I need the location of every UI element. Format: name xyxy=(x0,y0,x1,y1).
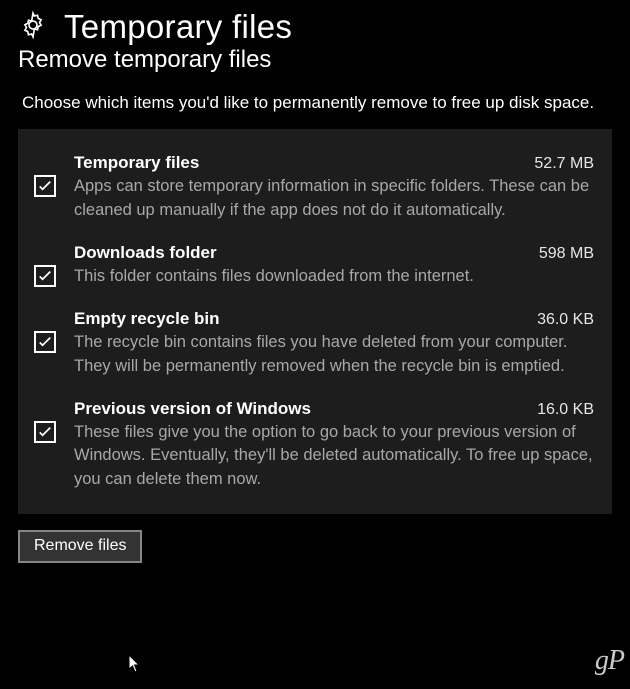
list-item: Previous version of Windows 16.0 KB Thes… xyxy=(28,393,594,493)
item-size: 598 MB xyxy=(539,245,594,263)
watermark: gP xyxy=(595,645,624,677)
temporary-files-list: Temporary files 52.7 MB Apps can store t… xyxy=(18,129,612,514)
list-item: Empty recycle bin 36.0 KB The recycle bi… xyxy=(28,303,594,393)
page-title: Temporary files xyxy=(64,8,292,46)
checkbox-previous-windows[interactable] xyxy=(34,421,56,443)
page-header: Temporary files xyxy=(4,8,626,48)
item-title: Temporary files xyxy=(74,153,199,173)
item-title: Previous version of Windows xyxy=(74,399,311,419)
checkbox-downloads-folder[interactable] xyxy=(34,265,56,287)
item-description: The recycle bin contains files you have … xyxy=(74,331,594,379)
remove-files-button[interactable]: Remove files xyxy=(18,530,142,563)
item-description: Apps can store temporary information in … xyxy=(74,175,594,223)
item-title: Empty recycle bin xyxy=(74,309,220,329)
instruction-text: Choose which items you'd like to permane… xyxy=(4,92,626,129)
list-item: Temporary files 52.7 MB Apps can store t… xyxy=(28,147,594,237)
gear-icon xyxy=(18,10,48,45)
checkbox-temporary-files[interactable] xyxy=(34,175,56,197)
item-description: This folder contains files downloaded fr… xyxy=(74,265,594,289)
item-size: 36.0 KB xyxy=(537,311,594,329)
item-size: 16.0 KB xyxy=(537,401,594,419)
checkbox-empty-recycle-bin[interactable] xyxy=(34,331,56,353)
page-subtitle: Remove temporary files xyxy=(4,46,626,92)
cursor-icon xyxy=(128,654,142,674)
item-size: 52.7 MB xyxy=(534,155,594,173)
item-description: These files give you the option to go ba… xyxy=(74,421,594,493)
item-title: Downloads folder xyxy=(74,243,217,263)
list-item: Downloads folder 598 MB This folder cont… xyxy=(28,237,594,303)
